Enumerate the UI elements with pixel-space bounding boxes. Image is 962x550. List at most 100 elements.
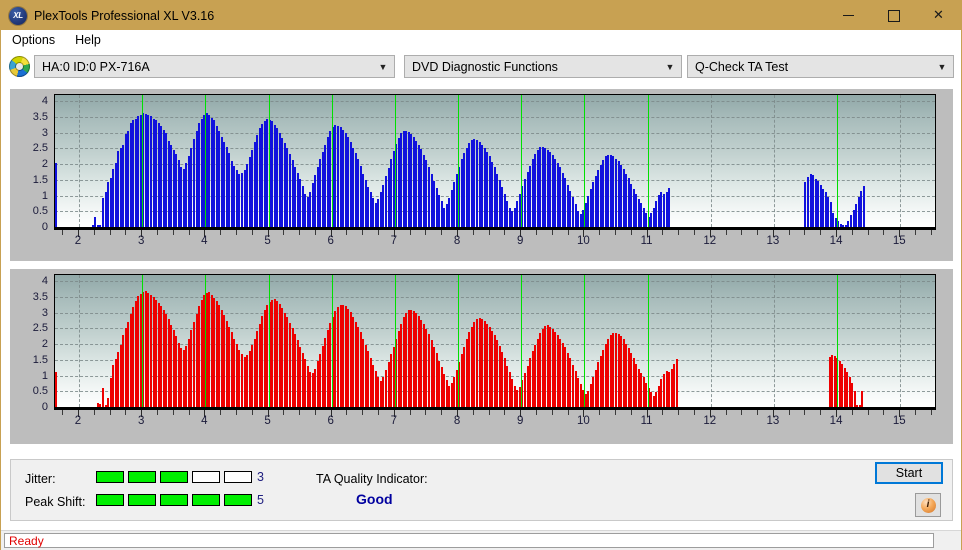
x-axis-tick xyxy=(109,410,111,415)
results-panel: Jitter: 3 Peak Shift: 5 TA Quality Indic… xyxy=(10,459,953,521)
x-axis-tick xyxy=(678,410,680,415)
x-axis-tick xyxy=(472,230,474,235)
title-bar: XL PlexTools Professional XL V3.16 ✕ xyxy=(1,1,961,30)
x-axis-tick xyxy=(741,230,743,235)
x-axis-tick xyxy=(488,230,490,235)
x-axis-tick xyxy=(930,230,932,235)
x-axis-tick xyxy=(93,230,95,235)
x-axis-tick xyxy=(188,230,190,235)
jitter-label: Jitter: xyxy=(25,472,56,486)
function-select[interactable]: DVD Diagnostic Functions ▼ xyxy=(404,55,682,78)
x-axis-tick xyxy=(362,410,364,415)
x-axis-tick-label: 6 xyxy=(327,235,334,247)
info-icon: i xyxy=(920,497,936,513)
x-axis-tick xyxy=(599,410,601,415)
x-axis-tick xyxy=(409,230,411,235)
x-axis-tick xyxy=(235,410,237,415)
x-axis-tick-label: 13 xyxy=(766,415,780,427)
close-button[interactable]: ✕ xyxy=(916,1,961,30)
application-window: XL PlexTools Professional XL V3.16 ✕ Opt… xyxy=(0,0,962,550)
chart-bar xyxy=(675,359,678,407)
x-axis-tick xyxy=(693,410,695,415)
x-axis-tick xyxy=(441,410,443,415)
chart-bar xyxy=(862,185,865,227)
x-axis-tick xyxy=(93,410,95,415)
ta-test-chart-bottom: 0 0.5 1 1.5 2 2.5 3 3.5 4 2 3 4 5 6 7 8 9 10 11 12 13 14 15 xyxy=(10,269,953,444)
gridline-horizontal xyxy=(55,117,935,118)
x-axis-tick xyxy=(630,230,632,235)
test-select[interactable]: Q-Check TA Test ▼ xyxy=(687,55,954,78)
x-axis-tick xyxy=(220,410,222,415)
x-axis-tick-label: 5 xyxy=(264,415,271,427)
x-axis-tick xyxy=(125,410,127,415)
menu-item-help[interactable]: Help xyxy=(66,31,110,50)
x-axis-tick xyxy=(251,410,253,415)
maximize-icon xyxy=(887,9,900,22)
marker-line xyxy=(458,95,460,227)
marker-line xyxy=(205,95,207,227)
x-axis-tick xyxy=(567,230,569,235)
gridline-vertical xyxy=(79,275,80,407)
x-axis-tick xyxy=(851,410,853,415)
drive-select[interactable]: HA:0 ID:0 PX-716A ▼ xyxy=(34,55,395,78)
y-axis-labels-bottom: 0 0.5 1 1.5 2 2.5 3 3.5 4 xyxy=(10,269,52,413)
ta-quality-label: TA Quality Indicator: xyxy=(316,472,428,486)
status-bar: Ready xyxy=(1,530,961,550)
y-axis-tick-label: 1.5 xyxy=(32,173,48,186)
x-axis-tick xyxy=(156,410,158,415)
y-axis-labels-top: 0 0.5 1 1.5 2 2.5 3 3.5 4 xyxy=(10,89,52,233)
gridline-horizontal xyxy=(55,281,935,283)
chevron-down-icon: ▼ xyxy=(665,61,675,72)
x-axis-tick xyxy=(804,410,806,415)
marker-line xyxy=(331,275,333,407)
x-axis-tick xyxy=(172,230,174,235)
x-axis-tick-label: 15 xyxy=(892,235,906,247)
y-axis-tick-label: 3 xyxy=(41,306,48,319)
start-button[interactable]: Start xyxy=(875,462,943,484)
gridline-horizontal xyxy=(55,101,935,103)
info-button[interactable]: i xyxy=(915,493,941,517)
status-text: Ready xyxy=(9,533,44,548)
x-axis-tick xyxy=(283,230,285,235)
y-axis-tick-label: 0.5 xyxy=(32,385,48,398)
x-axis-tick-label: 6 xyxy=(327,415,334,427)
marker-line xyxy=(394,95,396,227)
x-axis-tick-label: 15 xyxy=(892,415,906,427)
x-axis-tick xyxy=(820,230,822,235)
x-axis-tick-label: 5 xyxy=(264,235,271,247)
marker-line xyxy=(268,275,270,407)
test-select-value: Q-Check TA Test xyxy=(695,59,789,74)
y-axis-tick-label: 1.5 xyxy=(32,353,48,366)
peak-shift-label: Peak Shift: xyxy=(25,495,86,509)
marker-line xyxy=(837,275,839,407)
minimize-button[interactable] xyxy=(826,1,871,30)
x-axis-tick xyxy=(725,230,727,235)
marker-line xyxy=(458,275,460,407)
x-axis-tick xyxy=(757,230,759,235)
x-axis-tick-label: 8 xyxy=(453,235,461,247)
x-axis-tick-label: 3 xyxy=(137,235,145,247)
x-axis-tick xyxy=(883,410,885,415)
x-axis-tick xyxy=(930,410,932,415)
x-axis-tick xyxy=(378,230,380,235)
marker-line xyxy=(142,95,144,227)
x-axis-tick xyxy=(346,410,348,415)
marker-line xyxy=(142,275,144,407)
menu-item-options[interactable]: Options xyxy=(3,31,64,50)
x-axis-tick xyxy=(314,410,316,415)
gridline-horizontal xyxy=(55,328,935,330)
x-axis-tick-label: 12 xyxy=(703,415,717,427)
marker-line xyxy=(584,95,586,227)
jitter-value: 3 xyxy=(257,470,264,484)
maximize-button[interactable] xyxy=(871,1,916,30)
x-axis-tick xyxy=(504,230,506,235)
x-axis-tick xyxy=(488,410,490,415)
y-axis-tick-label: 2.5 xyxy=(32,322,48,335)
x-axis-tick xyxy=(62,230,64,235)
gridline-vertical xyxy=(79,95,80,227)
x-axis-tick xyxy=(867,230,869,235)
chart-bar xyxy=(55,396,57,407)
gridline-horizontal xyxy=(55,132,935,134)
x-axis-tick-label: 11 xyxy=(640,235,653,247)
gridline-vertical xyxy=(773,95,775,227)
